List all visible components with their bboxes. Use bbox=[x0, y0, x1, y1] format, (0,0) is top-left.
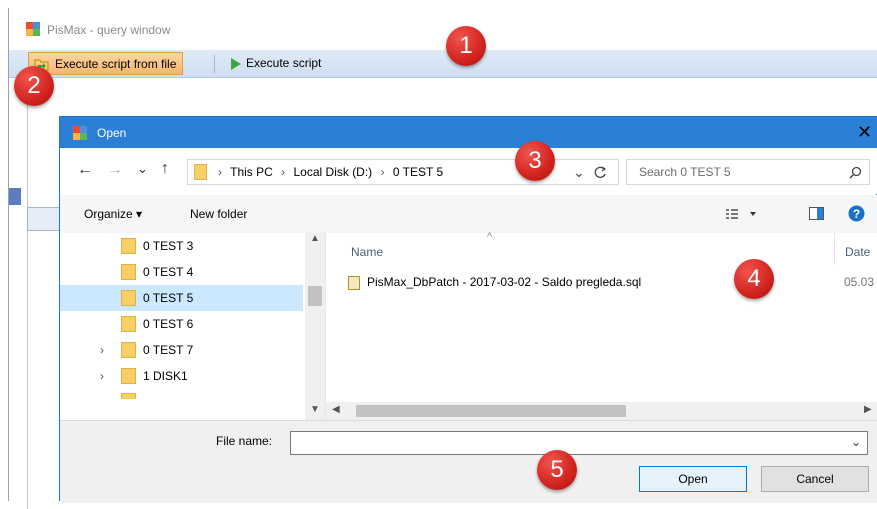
search-input[interactable]: Search 0 TEST 5 bbox=[626, 159, 870, 185]
expand-chevron-icon[interactable]: › bbox=[100, 343, 104, 357]
file-date: 05.03 bbox=[844, 275, 875, 289]
help-icon[interactable]: ? bbox=[848, 205, 865, 222]
chevron-down-icon[interactable]: ⌄ bbox=[851, 435, 861, 449]
annotation-marker: 1 bbox=[446, 26, 486, 66]
breadcrumb-local-disk[interactable]: Local Disk (D:) bbox=[294, 165, 373, 179]
breadcrumb: › This PC › Local Disk (D:) › 0 TEST 5 bbox=[213, 165, 443, 179]
app-icon bbox=[26, 22, 40, 36]
execute-script-button[interactable]: Execute script bbox=[222, 52, 327, 75]
refresh-icon[interactable] bbox=[594, 166, 607, 179]
breadcrumb-current-folder[interactable]: 0 TEST 5 bbox=[393, 165, 443, 179]
dialog-title: Open bbox=[97, 126, 127, 140]
dialog-footer: File name: ⌄ Open Cancel bbox=[60, 420, 877, 503]
column-header-date[interactable]: Date bbox=[845, 245, 870, 259]
dialog-titlebar: Open ✕ bbox=[60, 117, 877, 148]
play-icon bbox=[231, 58, 241, 70]
folder-icon bbox=[121, 290, 136, 306]
tree-item[interactable]: › 1 DISK1 bbox=[60, 363, 303, 389]
tree-item-label: 0 TEST 6 bbox=[143, 317, 194, 331]
tree-item-label: 0 TEST 7 bbox=[143, 343, 194, 357]
file-name-input[interactable]: ⌄ bbox=[290, 431, 868, 455]
scroll-right-icon[interactable]: ▶ bbox=[864, 404, 872, 415]
app-icon bbox=[73, 126, 87, 140]
back-button[interactable]: ← bbox=[77, 161, 93, 179]
tree-item-label: 0 TEST 5 bbox=[143, 291, 194, 305]
sql-file-icon bbox=[348, 276, 360, 290]
folder-icon bbox=[121, 238, 136, 254]
app-title: PisMax - query window bbox=[47, 23, 171, 37]
address-dropdown-icon[interactable]: ⌄ bbox=[573, 164, 585, 181]
app-side-tab[interactable] bbox=[9, 188, 21, 205]
tree-item-selected[interactable]: 0 TEST 5 bbox=[60, 285, 303, 311]
column-header-name[interactable]: Name bbox=[351, 245, 383, 259]
tree-item[interactable]: 0 TEST 3 bbox=[60, 233, 303, 259]
scrollbar-thumb[interactable] bbox=[356, 405, 626, 417]
file-list-pane: ^ Name Date PisMax_DbPatch - 2017-03-02 … bbox=[326, 231, 877, 420]
app-panel-divider bbox=[27, 77, 28, 509]
column-divider[interactable] bbox=[834, 233, 835, 265]
new-folder-button[interactable]: New folder bbox=[190, 207, 247, 221]
preview-pane-icon[interactable] bbox=[809, 207, 824, 220]
annotation-marker: 3 bbox=[515, 141, 555, 181]
execute-script-from-file-label: Execute script from file bbox=[55, 57, 177, 71]
organize-menu[interactable]: Organize ▾ bbox=[84, 207, 142, 221]
scroll-down-icon[interactable]: ▼ bbox=[310, 404, 320, 415]
breadcrumb-separator: › bbox=[281, 165, 286, 179]
folder-icon bbox=[121, 393, 136, 399]
open-button[interactable]: Open bbox=[639, 466, 747, 492]
tree-item[interactable]: 0 TEST 6 bbox=[60, 311, 303, 337]
annotation-marker: 5 bbox=[537, 450, 577, 490]
recent-locations-button[interactable]: ⌄ bbox=[137, 161, 148, 177]
horizontal-scrollbar[interactable]: ◀ ▶ bbox=[326, 402, 877, 420]
scroll-up-icon[interactable]: ▲ bbox=[310, 233, 320, 244]
folder-icon bbox=[194, 164, 207, 180]
navigation-scrollbar[interactable]: ▲ ▼ bbox=[305, 233, 325, 420]
open-file-dialog: Open ✕ ← → ⌄ ↑ › This PC › Local Disk (D… bbox=[59, 116, 877, 503]
search-icon[interactable] bbox=[849, 166, 862, 179]
toolbar-separator bbox=[214, 55, 215, 73]
execute-script-from-file-button[interactable]: Execute script from file bbox=[28, 52, 184, 75]
annotation-marker: 4 bbox=[734, 259, 774, 299]
tree-item-label: 0 TEST 3 bbox=[143, 239, 194, 253]
scroll-left-icon[interactable]: ◀ bbox=[332, 404, 340, 415]
tree-item-label: 0 TEST 4 bbox=[143, 265, 194, 279]
breadcrumb-separator: › bbox=[218, 165, 222, 179]
search-placeholder: Search 0 TEST 5 bbox=[639, 165, 731, 179]
navigation-pane: 0 TEST 3 0 TEST 4 0 TEST 5 0 TEST 6 › 0 … bbox=[60, 233, 326, 420]
cancel-button[interactable]: Cancel bbox=[761, 466, 869, 492]
view-options-icon[interactable] bbox=[725, 208, 761, 220]
app-toolbar: Execute script from file Execute script bbox=[9, 50, 877, 78]
folder-icon bbox=[121, 342, 136, 358]
folder-icon bbox=[121, 368, 136, 384]
breadcrumb-separator: › bbox=[380, 165, 385, 179]
scrollbar-thumb[interactable] bbox=[308, 286, 322, 306]
file-name: PisMax_DbPatch - 2017-03-02 - Saldo preg… bbox=[367, 275, 642, 289]
tree-item[interactable]: › 0 TEST 7 bbox=[60, 337, 303, 363]
folder-icon bbox=[121, 264, 136, 280]
command-bar: Organize ▾ New folder ? bbox=[60, 195, 877, 233]
up-button[interactable]: ↑ bbox=[161, 160, 169, 178]
tree-item-label: 1 DISK1 bbox=[143, 369, 188, 383]
file-name-label: File name: bbox=[216, 434, 273, 448]
breadcrumb-this-pc[interactable]: This PC bbox=[230, 165, 273, 179]
annotation-marker: 2 bbox=[14, 66, 54, 106]
tree-item-partial bbox=[60, 389, 303, 399]
tree-item[interactable]: 0 TEST 4 bbox=[60, 259, 303, 285]
app-titlebar: PisMax - query window bbox=[9, 8, 877, 46]
execute-script-label: Execute script bbox=[246, 56, 322, 70]
close-icon[interactable]: ✕ bbox=[857, 122, 877, 143]
address-row: ← → ⌄ ↑ › This PC › Local Disk (D:) › 0 … bbox=[60, 148, 877, 194]
expand-chevron-icon[interactable]: › bbox=[100, 369, 104, 383]
svg-text:?: ? bbox=[853, 207, 860, 221]
sort-indicator-icon: ^ bbox=[487, 231, 493, 243]
forward-button[interactable]: → bbox=[107, 161, 123, 179]
folder-icon bbox=[121, 316, 136, 332]
